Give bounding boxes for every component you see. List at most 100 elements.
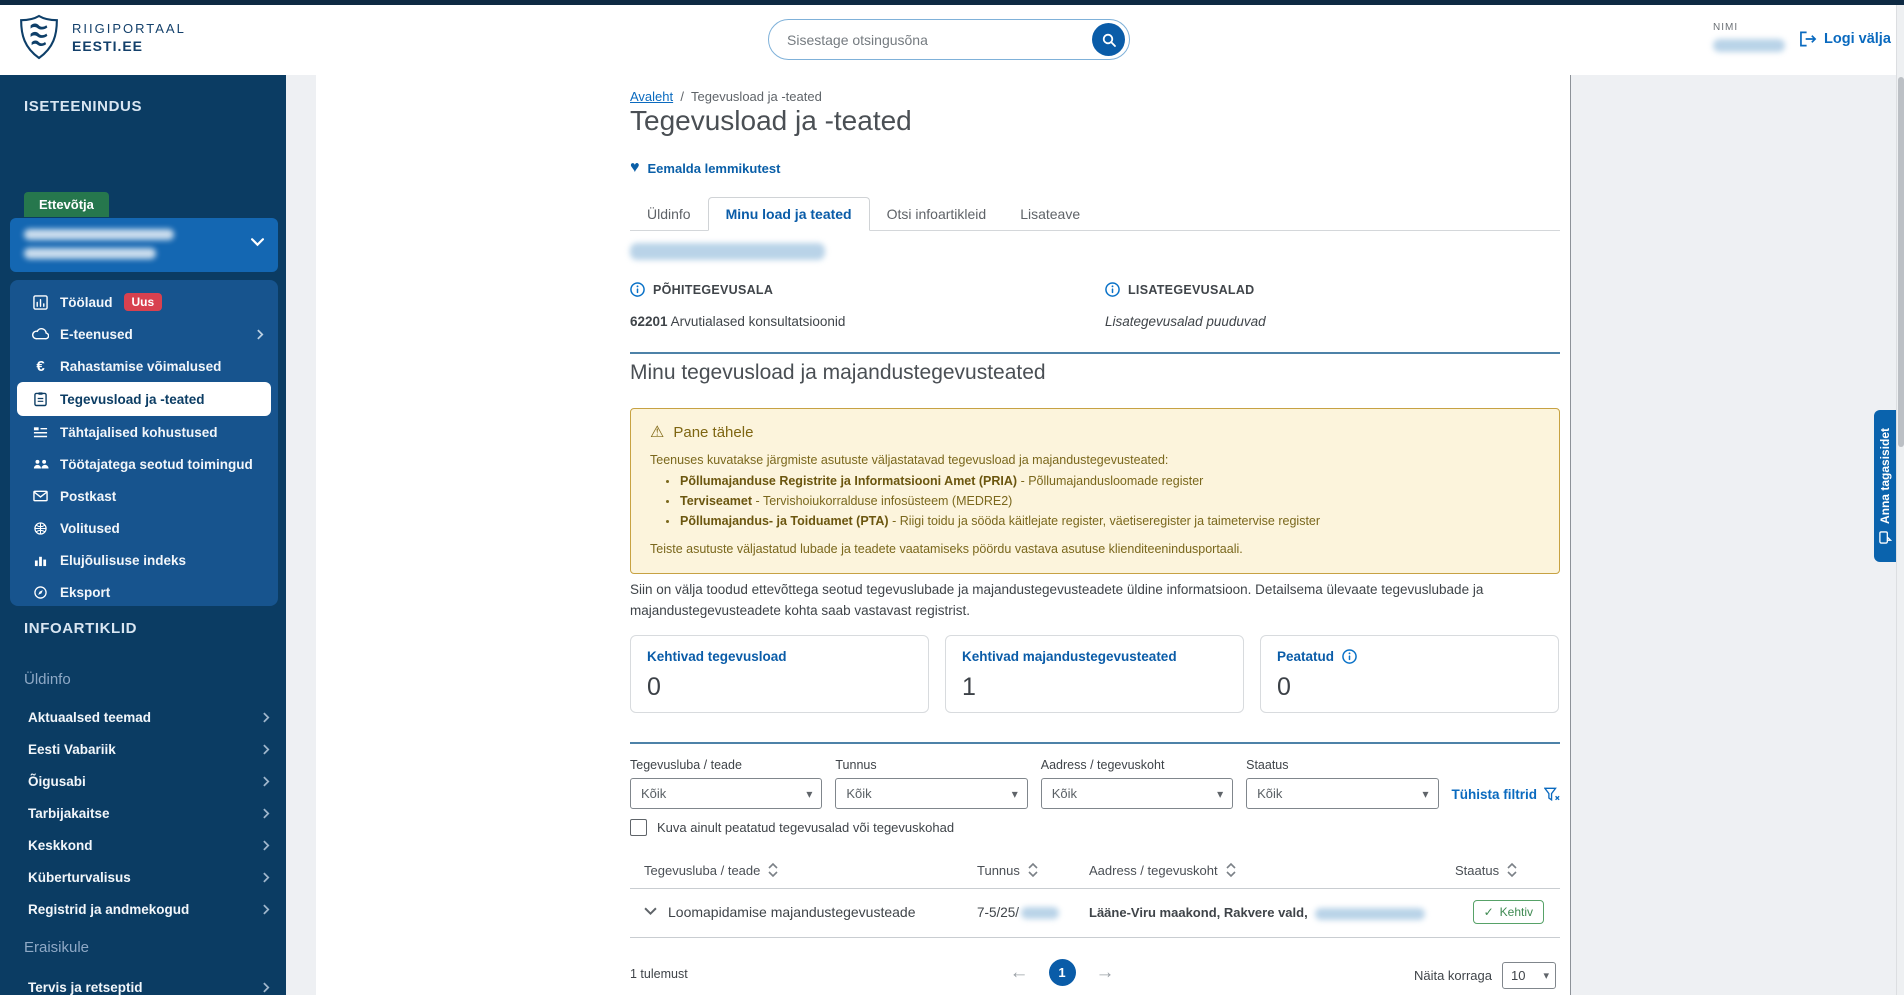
column-header-aadress[interactable]: Aadress / tegevuskoht [1089,862,1236,878]
sidebar-item-postkast[interactable]: Postkast [10,480,278,512]
nav-item-label: Küberturvalisus [28,870,131,885]
role-badge[interactable]: Ettevõtja [24,192,109,217]
sidebar-item-tegevusload[interactable]: Tegevusload ja -teated [17,382,271,416]
sidebar-item-label: Tegevusload ja -teated [60,392,205,407]
sort-icon[interactable] [1507,862,1517,878]
notice-title: Pane tähele [673,424,753,441]
sidebar-item-eesti-vabariik[interactable]: Eesti Vabariik [0,734,286,764]
checkbox[interactable] [630,819,647,836]
licenses-heading: Minu tegevusload ja majandustegevusteate… [630,361,1046,385]
feedback-tab[interactable]: Anna tagasisidet [1874,410,1896,562]
expand-row-chevron-icon[interactable] [644,907,657,916]
sidebar-item-aktuaalsed-teemad[interactable]: Aktuaalsed teemad [0,702,286,732]
remove-favorite-button[interactable]: ♥ Eemalda lemmikutest [630,160,780,176]
sidebar-item-keskkond[interactable]: Keskkond [0,830,286,860]
primary-activity-name: Arvutialased konsultatsioonid [671,314,846,329]
page-number-button[interactable]: 1 [1049,959,1076,986]
secondary-activities-field: LISATEGEVUSALAD Lisategevusalad puuduvad [1105,282,1266,329]
info-icon[interactable] [1342,649,1357,664]
notice-item: Põllumajandus- ja Toiduamet (PTA) - Riig… [650,514,1540,528]
secondary-activities-value: Lisategevusalad puuduvad [1105,314,1266,329]
nav-item-label: Eesti Vabariik [28,742,116,757]
sidebar-item-tervis[interactable]: Tervis ja retseptid [0,972,286,995]
previous-page-arrow[interactable]: ← [1010,962,1029,984]
sidebar-item-tootajad[interactable]: Töötajatega seotud toimingud [10,448,278,480]
primary-activity-code: 62201 [630,314,668,329]
redacted-org-name-line1 [24,229,174,240]
nav-item-label: Tervis ja retseptid [28,980,143,995]
sidebar-item-elujoulisus[interactable]: Elujõulisuse indeks [10,544,278,576]
chevron-right-icon [263,904,270,915]
search-button[interactable] [1092,23,1125,56]
caret-down-icon: ▾ [1422,787,1428,801]
caret-down-icon: ▾ [1543,969,1549,982]
organization-selector[interactable] [10,218,278,272]
nav-item-label: Aktuaalsed teemad [28,710,151,725]
company-submenu: Töölaud Uus E-teenused € Rahastamise või… [10,280,278,606]
table-row-divider [630,937,1560,938]
filter-select-tunnus[interactable]: Kõik▾ [835,778,1027,809]
chevron-right-icon [263,776,270,787]
column-header-tegevusluba[interactable]: Tegevusluba / teade [644,862,778,878]
sidebar-item-label: Volitused [60,521,120,536]
info-icon[interactable] [630,282,645,297]
sort-icon[interactable] [1028,862,1038,878]
sidebar-item-oigusabi[interactable]: Õigusabi [0,766,286,796]
sidebar-item-tahtajalised[interactable]: Tähtajalised kohustused [10,416,278,448]
sidebar-item-registrid[interactable]: Registrid ja andmekogud [0,894,286,924]
next-page-arrow[interactable]: → [1096,962,1115,984]
section-divider [630,352,1560,354]
caret-down-icon: ▾ [1012,787,1018,801]
scrollbar-thumb[interactable] [1898,77,1904,447]
mail-icon [32,490,49,502]
per-page-select[interactable]: 10 ▾ [1502,962,1556,989]
sidebar-item-e-teenused[interactable]: E-teenused [10,318,278,350]
clear-filters-button[interactable]: Tühista filtrid [1452,787,1561,802]
suspended-only-checkbox-row[interactable]: Kuva ainult peatatud tegevusalad või teg… [630,819,954,836]
sidebar-item-volitused[interactable]: Volitused [10,512,278,544]
sidebar-item-kuberturvalisus[interactable]: Küberturvalisus [0,862,286,892]
redacted-company-name [630,243,825,260]
search-input[interactable] [769,32,1092,48]
portal-name: RIIGIPORTAAL [72,21,186,36]
sidebar-item-label: Töötajatega seotud toimingud [60,457,253,472]
tab-bar: Üldinfo Minu load ja teated Otsi infoart… [630,197,1560,231]
sidebar-item-toolaud[interactable]: Töölaud Uus [10,286,278,318]
table-header: Tegevusluba / teade Tunnus Aadress / teg… [630,862,1560,888]
chevron-right-icon [263,744,270,755]
clipboard-icon [32,391,49,407]
selfservice-heading: ISETEENINDUS [0,75,286,115]
tab-uldinfo[interactable]: Üldinfo [630,197,708,231]
list-icon [32,426,49,438]
chevron-right-icon [263,840,270,851]
filter-select-aadress[interactable]: Kõik▾ [1041,778,1233,809]
sidebar-item-rahastamine[interactable]: € Rahastamise võimalused [10,350,278,382]
section-description: Siin on välja toodud ettevõttega seotud … [630,579,1560,621]
column-header-tunnus[interactable]: Tunnus [977,862,1038,878]
column-header-staatus[interactable]: Staatus [1455,862,1517,878]
group-heading-uldinfo: Üldinfo [0,671,71,688]
tab-otsi-infoartikleid[interactable]: Otsi infoartikleid [870,197,1004,231]
tab-minu-load-ja-teated[interactable]: Minu load ja teated [708,197,870,231]
primary-activity-field: PÕHITEGEVUSALA 62201 Arvutialased konsul… [630,282,845,329]
portal-domain: EESTI.EE [72,38,186,54]
secondary-activities-label: LISATEGEVUSALAD [1128,283,1255,297]
info-icon[interactable] [1105,282,1120,297]
filter-select-staatus[interactable]: Kõik▾ [1246,778,1438,809]
table-row: Loomapidamise majandustegevusteade 7-5/2… [630,889,1560,937]
redacted-org-name-line2 [24,248,156,259]
primary-activity-label: PÕHITEGEVUSALA [653,283,773,297]
breadcrumb-home-link[interactable]: Avaleht [630,89,673,104]
globe-icon [32,522,49,535]
sidebar-item-tarbijakaitse[interactable]: Tarbijakaitse [0,798,286,828]
stat-label: Peatatud [1277,649,1334,664]
sort-icon[interactable] [1226,862,1236,878]
notice-box: ⚠ Pane tähele Teenuses kuvatakse järgmis… [630,408,1560,574]
portal-logo[interactable]: RIIGIPORTAAL EESTI.EE [18,13,186,61]
tab-lisateave[interactable]: Lisateave [1003,197,1097,231]
sort-icon[interactable] [768,862,778,878]
logout-link[interactable]: Logi välja [1800,31,1891,47]
row-license-name[interactable]: Loomapidamise majandustegevusteade [668,904,916,920]
favorite-label: Eemalda lemmikutest [648,161,781,176]
filter-select-tegevusluba[interactable]: Kõik▾ [630,778,822,809]
